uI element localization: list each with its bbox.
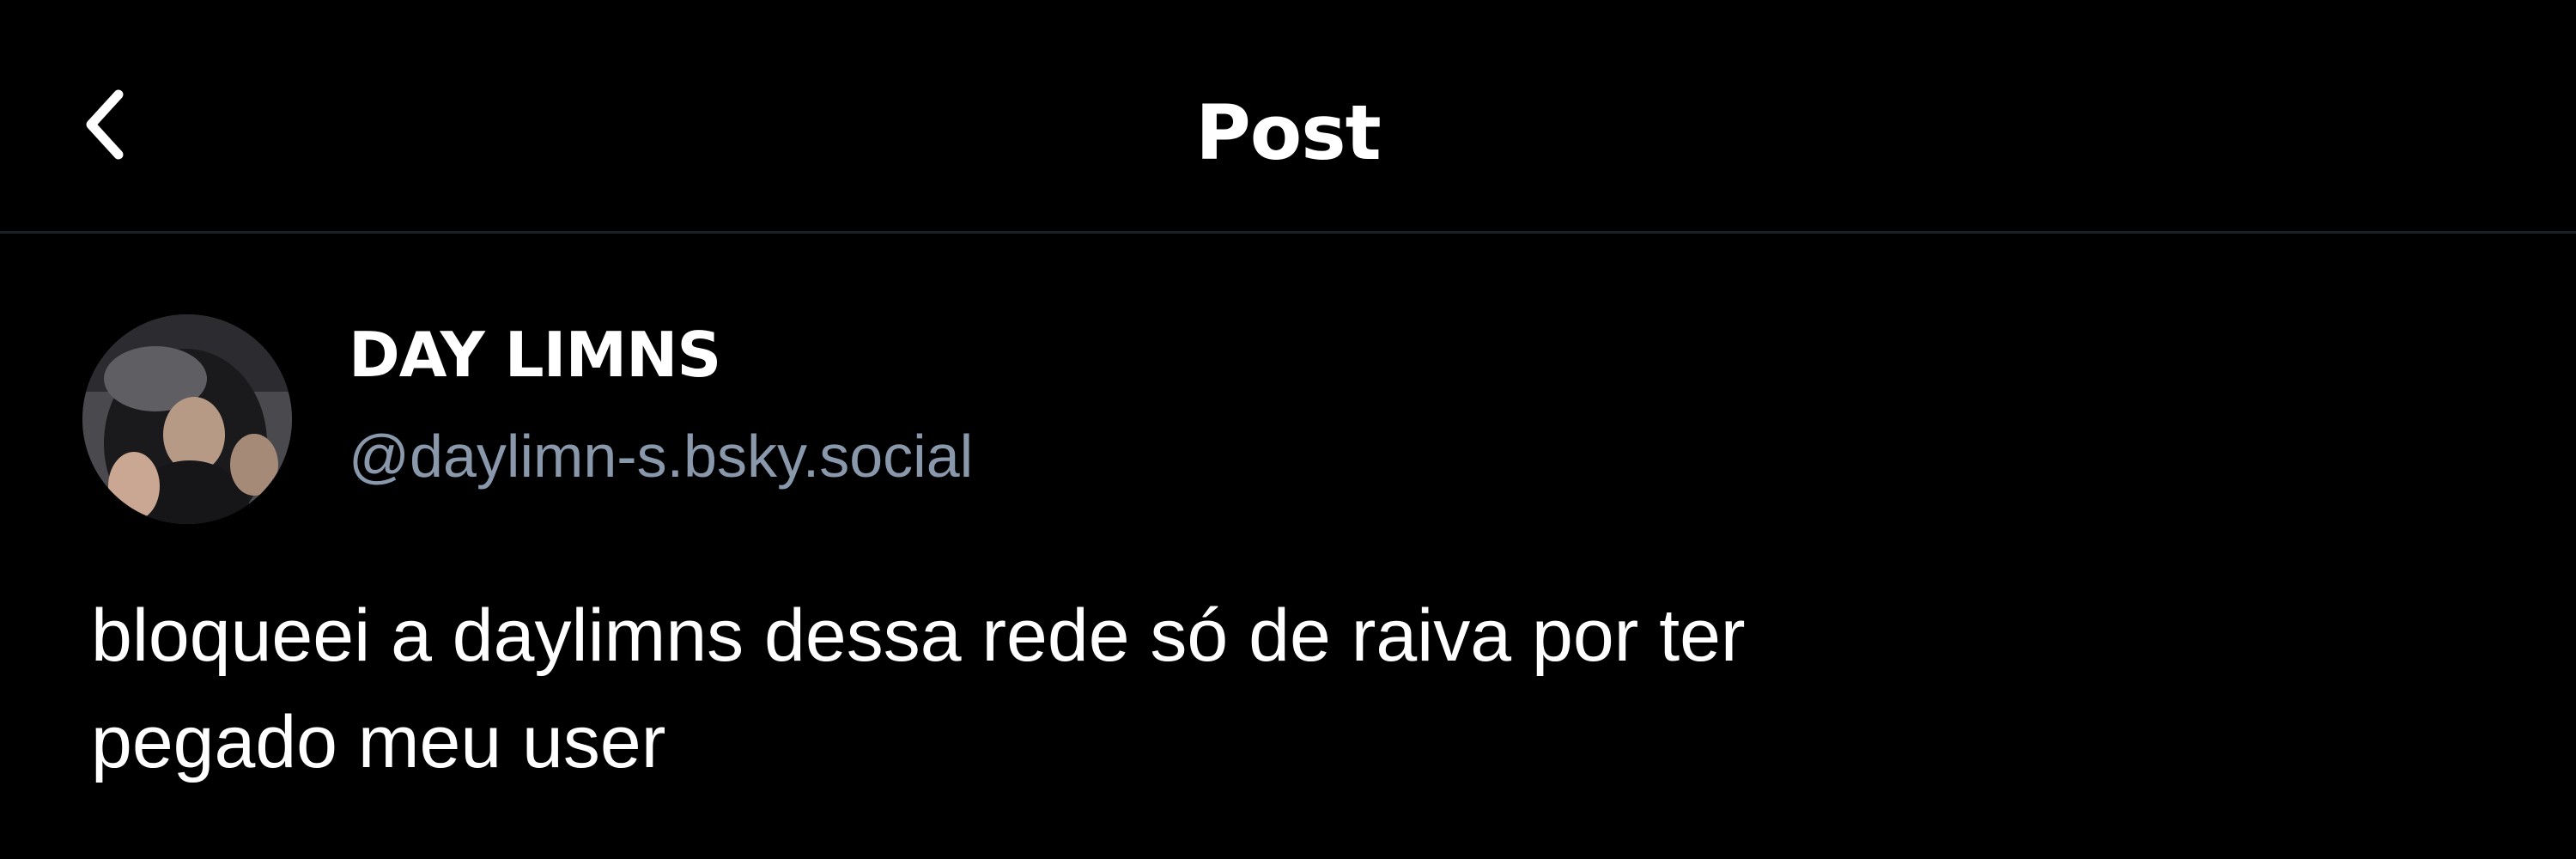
avatar[interactable]: [82, 314, 292, 524]
post-text: bloqueei a daylimns dessa rede só de rai…: [91, 594, 1746, 783]
avatar-photo: [82, 314, 292, 524]
author-handle[interactable]: @daylimn-s.bsky.social: [349, 417, 973, 495]
page-title: Post: [1195, 88, 1381, 177]
top-bar: Post: [0, 0, 2576, 234]
author-display-name[interactable]: DAY LIMNS: [349, 316, 721, 393]
post-thread-item: DAY LIMNS @daylimn-s.bsky.social bloquee…: [0, 234, 2576, 859]
